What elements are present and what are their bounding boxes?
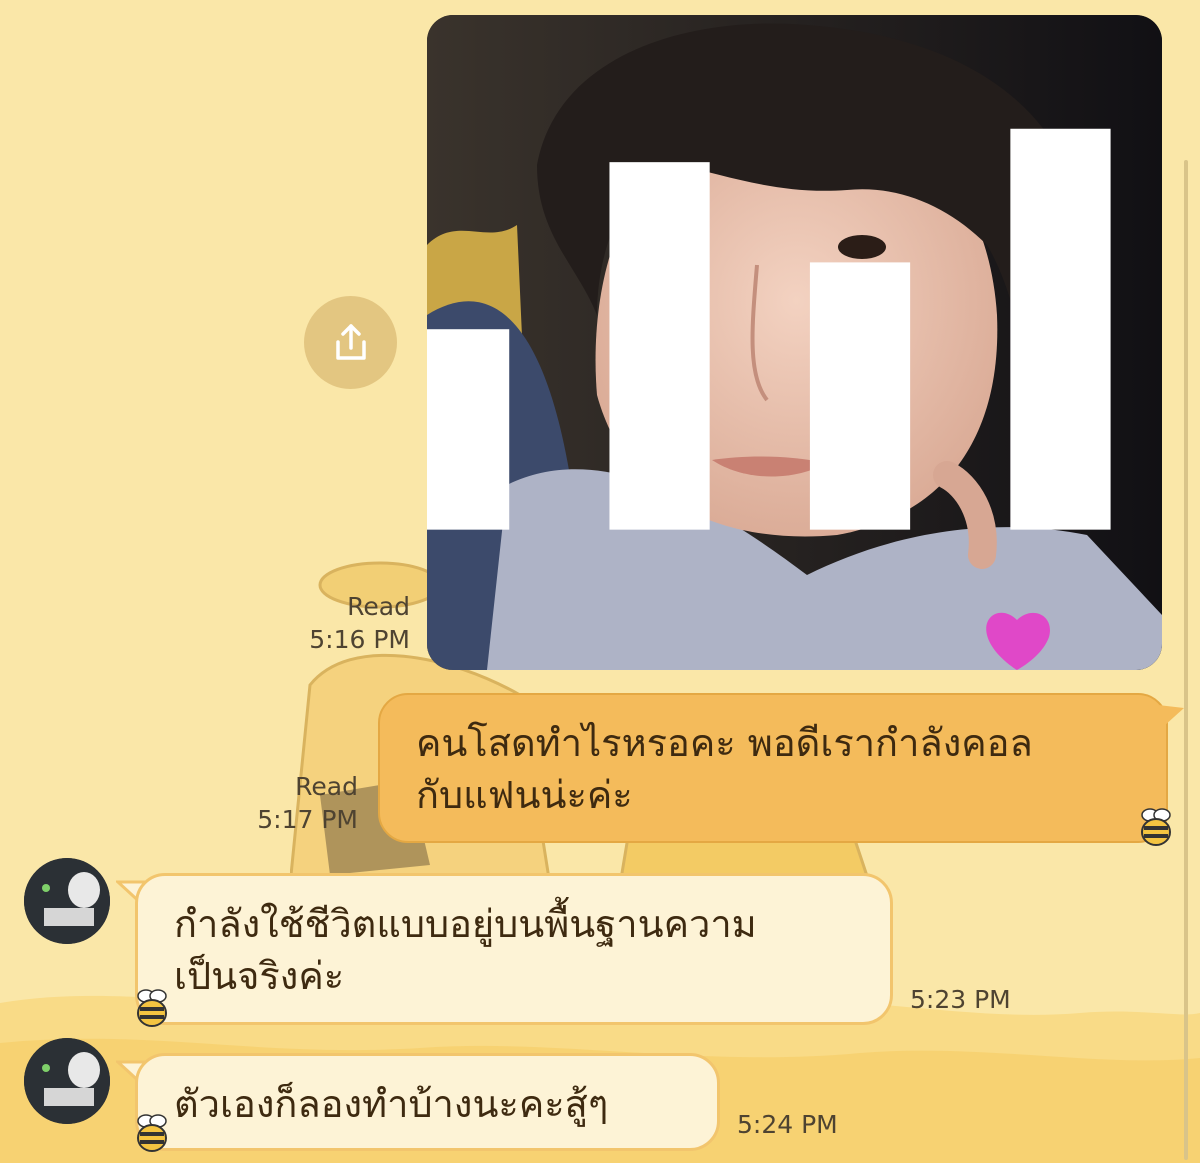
message-time: 5:24 PM xyxy=(737,1110,838,1139)
signal-bars-icon xyxy=(427,128,1111,530)
message-text-line: กับแฟนน่ะค่ะ xyxy=(416,773,633,817)
read-label: Read xyxy=(295,772,358,801)
received-message-bubble[interactable]: ตัวเองก็ลองทำบ้างนะคะสู้ๆ xyxy=(135,1053,720,1151)
received-message-bubble[interactable]: กำลังใช้ชีวิตแบบอยู่บนพื้นฐานความ เป็นจร… xyxy=(135,873,893,1025)
read-label: Read xyxy=(347,592,410,621)
read-receipt: Read 5:16 PM xyxy=(290,590,410,656)
bubble-tail xyxy=(1158,705,1184,726)
bee-sticker-icon xyxy=(137,1114,167,1152)
avatar[interactable] xyxy=(24,1038,110,1124)
avatar[interactable] xyxy=(24,858,110,944)
message-time: 5:17 PM xyxy=(257,805,358,834)
bee-sticker-icon xyxy=(137,989,167,1027)
share-button[interactable] xyxy=(304,296,397,389)
scrollbar[interactable] xyxy=(1184,160,1188,1160)
sent-message-bubble[interactable]: คนโสดทำไรหรอคะ พอดีเรากำลังคอล กับแฟนน่ะ… xyxy=(378,693,1168,843)
message-time: 5:16 PM xyxy=(309,625,410,654)
message-text-line: กำลังใช้ชีวิตแบบอยู่บนพื้นฐานความ xyxy=(174,902,757,946)
share-icon xyxy=(335,323,366,360)
message-time: 5:23 PM xyxy=(910,985,1011,1014)
avatar-image xyxy=(24,858,110,944)
avatar-image xyxy=(24,1038,110,1124)
bee-sticker-icon xyxy=(1141,808,1171,846)
message-text-line: ตัวเองก็ลองทำบ้างนะคะสู้ๆ xyxy=(174,1082,609,1126)
message-text-line: คนโสดทำไรหรอคะ พอดีเรากำลังคอล xyxy=(416,721,1033,765)
shared-photo-message[interactable] xyxy=(427,15,1162,670)
read-receipt: Read 5:17 PM xyxy=(238,770,358,836)
message-text-line: เป็นจริงค่ะ xyxy=(174,954,345,998)
